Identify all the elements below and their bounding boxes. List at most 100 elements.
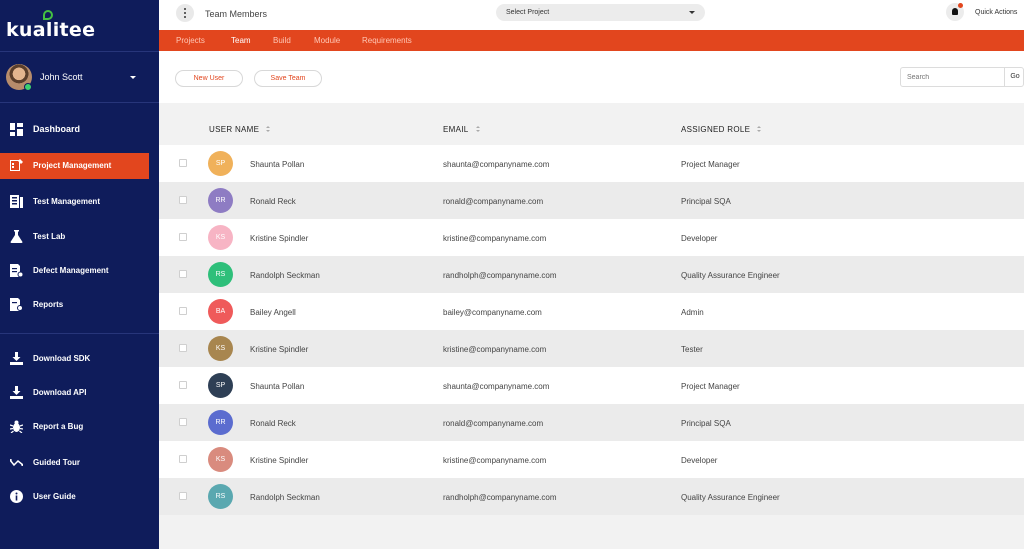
email-cell: bailey@companyname.com xyxy=(443,308,542,317)
chevron-down-icon[interactable] xyxy=(130,76,136,79)
role-cell: Developer xyxy=(681,456,718,465)
search-input[interactable] xyxy=(901,68,1004,86)
sidebar-item-label: Guided Tour xyxy=(33,458,80,467)
user-name-cell: Randolph Seckman xyxy=(250,493,320,502)
sidebar-item-label: Reports xyxy=(33,300,64,309)
table-row[interactable]: KS Kristine Spindler kristine@companyname.… xyxy=(159,441,1024,478)
select-project-dropdown[interactable]: Select Project xyxy=(496,4,705,21)
sidebar-item-label: Dashboard xyxy=(33,124,81,134)
tab-team[interactable]: Team xyxy=(231,36,251,45)
email-cell: shaunta@companyname.com xyxy=(443,160,550,169)
sidebar-item-download-sdk[interactable]: Download SDK xyxy=(0,346,159,372)
role-cell: Tester xyxy=(681,345,703,354)
team-members-table: USER NAME EMAIL ASSIGNED ROLE SP Shaunta … xyxy=(159,103,1024,549)
row-checkbox[interactable] xyxy=(179,455,187,463)
table-row[interactable]: RR Ronald Reck ronald@companyname.com Princ… xyxy=(159,404,1024,441)
test-management-icon xyxy=(10,195,23,208)
user-avatar: KS xyxy=(208,336,233,361)
notification-badge xyxy=(958,3,963,8)
sidebar-item-reports[interactable]: Reports xyxy=(0,292,159,318)
sort-icon[interactable] xyxy=(475,126,481,133)
table-row[interactable]: BA Bailey Angell bailey@companyname.com Adm… xyxy=(159,293,1024,330)
sidebar-item-label: Test Management xyxy=(33,197,100,206)
sidebar-item-defect-management[interactable]: Defect Management xyxy=(0,258,159,284)
email-cell: kristine@companyname.com xyxy=(443,345,547,354)
sidebar-item-report-a-bug[interactable]: Report a Bug xyxy=(0,414,159,440)
dashboard-icon xyxy=(10,123,23,136)
role-cell: Project Manager xyxy=(681,160,740,169)
sidebar-item-dashboard[interactable]: Dashboard xyxy=(0,117,159,143)
user-avatar: SP xyxy=(208,151,233,176)
row-checkbox[interactable] xyxy=(179,233,187,241)
table-row[interactable]: RS Randolph Seckman randholph@companyname.… xyxy=(159,256,1024,293)
reports-icon xyxy=(10,298,23,311)
table-row[interactable]: SP Shaunta Pollan shaunta@companyname.com P… xyxy=(159,367,1024,404)
user-avatar: RR xyxy=(208,188,233,213)
notification-bell-icon[interactable] xyxy=(946,3,964,21)
sidebar-item-label: Download API xyxy=(33,388,87,397)
sidebar-item-test-lab[interactable]: Test Lab xyxy=(0,224,159,250)
user-profile[interactable]: John Scott xyxy=(0,52,159,102)
more-options-icon[interactable] xyxy=(176,4,194,22)
row-checkbox[interactable] xyxy=(179,344,187,352)
email-cell: shaunta@companyname.com xyxy=(443,382,550,391)
user-avatar: BA xyxy=(208,299,233,324)
user-name-cell: Kristine Spindler xyxy=(250,345,309,354)
sort-icon[interactable] xyxy=(266,126,271,133)
row-checkbox[interactable] xyxy=(179,381,187,389)
user-name-cell: Kristine Spindler xyxy=(250,234,309,243)
tour-icon xyxy=(10,459,23,467)
table-row[interactable]: SP Shaunta Pollan shaunta@companyname.com P… xyxy=(159,145,1024,182)
search-box: Go xyxy=(900,67,1024,87)
kualitee-logo[interactable]: kualitee xyxy=(6,10,126,41)
download-sdk-icon xyxy=(10,352,23,365)
role-cell: Principal SQA xyxy=(681,197,731,206)
row-checkbox[interactable] xyxy=(179,418,187,426)
row-checkbox[interactable] xyxy=(179,196,187,204)
tab-projects[interactable]: Projects xyxy=(176,36,205,45)
sidebar-item-project-management[interactable]: Project Management xyxy=(0,153,149,179)
user-avatar: SP xyxy=(208,373,233,398)
role-cell: Admin xyxy=(681,308,704,317)
sidebar-item-user-guide[interactable]: User Guide xyxy=(0,484,159,510)
sidebar-item-label: User Guide xyxy=(33,492,76,501)
user-name-cell: Ronald Reck xyxy=(250,419,296,428)
table-row[interactable]: RS Randolph Seckman randholph@companyname.… xyxy=(159,478,1024,515)
row-checkbox[interactable] xyxy=(179,492,187,500)
table-row[interactable]: KS Kristine Spindler kristine@companyname.… xyxy=(159,219,1024,256)
sort-icon[interactable] xyxy=(757,126,762,133)
tab-build[interactable]: Build xyxy=(273,36,291,45)
column-header-email[interactable]: EMAIL xyxy=(443,125,481,134)
tab-module[interactable]: Module xyxy=(314,36,340,45)
logo-text: kualitee xyxy=(6,19,96,41)
row-checkbox[interactable] xyxy=(179,270,187,278)
tab-requirements[interactable]: Requirements xyxy=(362,36,412,45)
row-checkbox[interactable] xyxy=(179,159,187,167)
flask-icon xyxy=(10,230,23,243)
user-avatar: RS xyxy=(208,262,233,287)
sidebar-item-test-management[interactable]: Test Management xyxy=(0,189,159,215)
user-name-cell: Randolph Seckman xyxy=(250,271,320,280)
save-team-button[interactable]: Save Team xyxy=(254,70,322,87)
download-api-icon xyxy=(10,386,23,399)
sidebar-item-download-api[interactable]: Download API xyxy=(0,380,159,406)
row-checkbox[interactable] xyxy=(179,307,187,315)
sidebar-divider xyxy=(0,102,159,103)
table-row[interactable]: KS Kristine Spindler kristine@companyname.… xyxy=(159,330,1024,367)
go-button[interactable]: Go xyxy=(1004,68,1024,86)
sidebar-divider xyxy=(0,333,159,334)
page-title: Team Members xyxy=(205,9,268,19)
quick-actions-link[interactable]: Quick Actions xyxy=(975,9,1017,16)
email-cell: kristine@companyname.com xyxy=(443,234,547,243)
top-header: Team Members Select Project Quick Action… xyxy=(159,0,1024,30)
user-name-cell: Bailey Angell xyxy=(250,308,296,317)
sidebar-item-guided-tour[interactable]: Guided Tour xyxy=(0,450,159,476)
column-header-assigned-role[interactable]: ASSIGNED ROLE xyxy=(681,125,762,134)
column-header-user-name[interactable]: USER NAME xyxy=(209,125,271,134)
table-row[interactable]: RR Ronald Reck ronald@companyname.com Princ… xyxy=(159,182,1024,219)
user-name-cell: Shaunta Pollan xyxy=(250,382,305,391)
role-cell: Principal SQA xyxy=(681,419,731,428)
sidebar-item-label: Download SDK xyxy=(33,354,91,363)
new-user-button[interactable]: New User xyxy=(175,70,243,87)
email-cell: randholph@companyname.com xyxy=(443,271,557,280)
